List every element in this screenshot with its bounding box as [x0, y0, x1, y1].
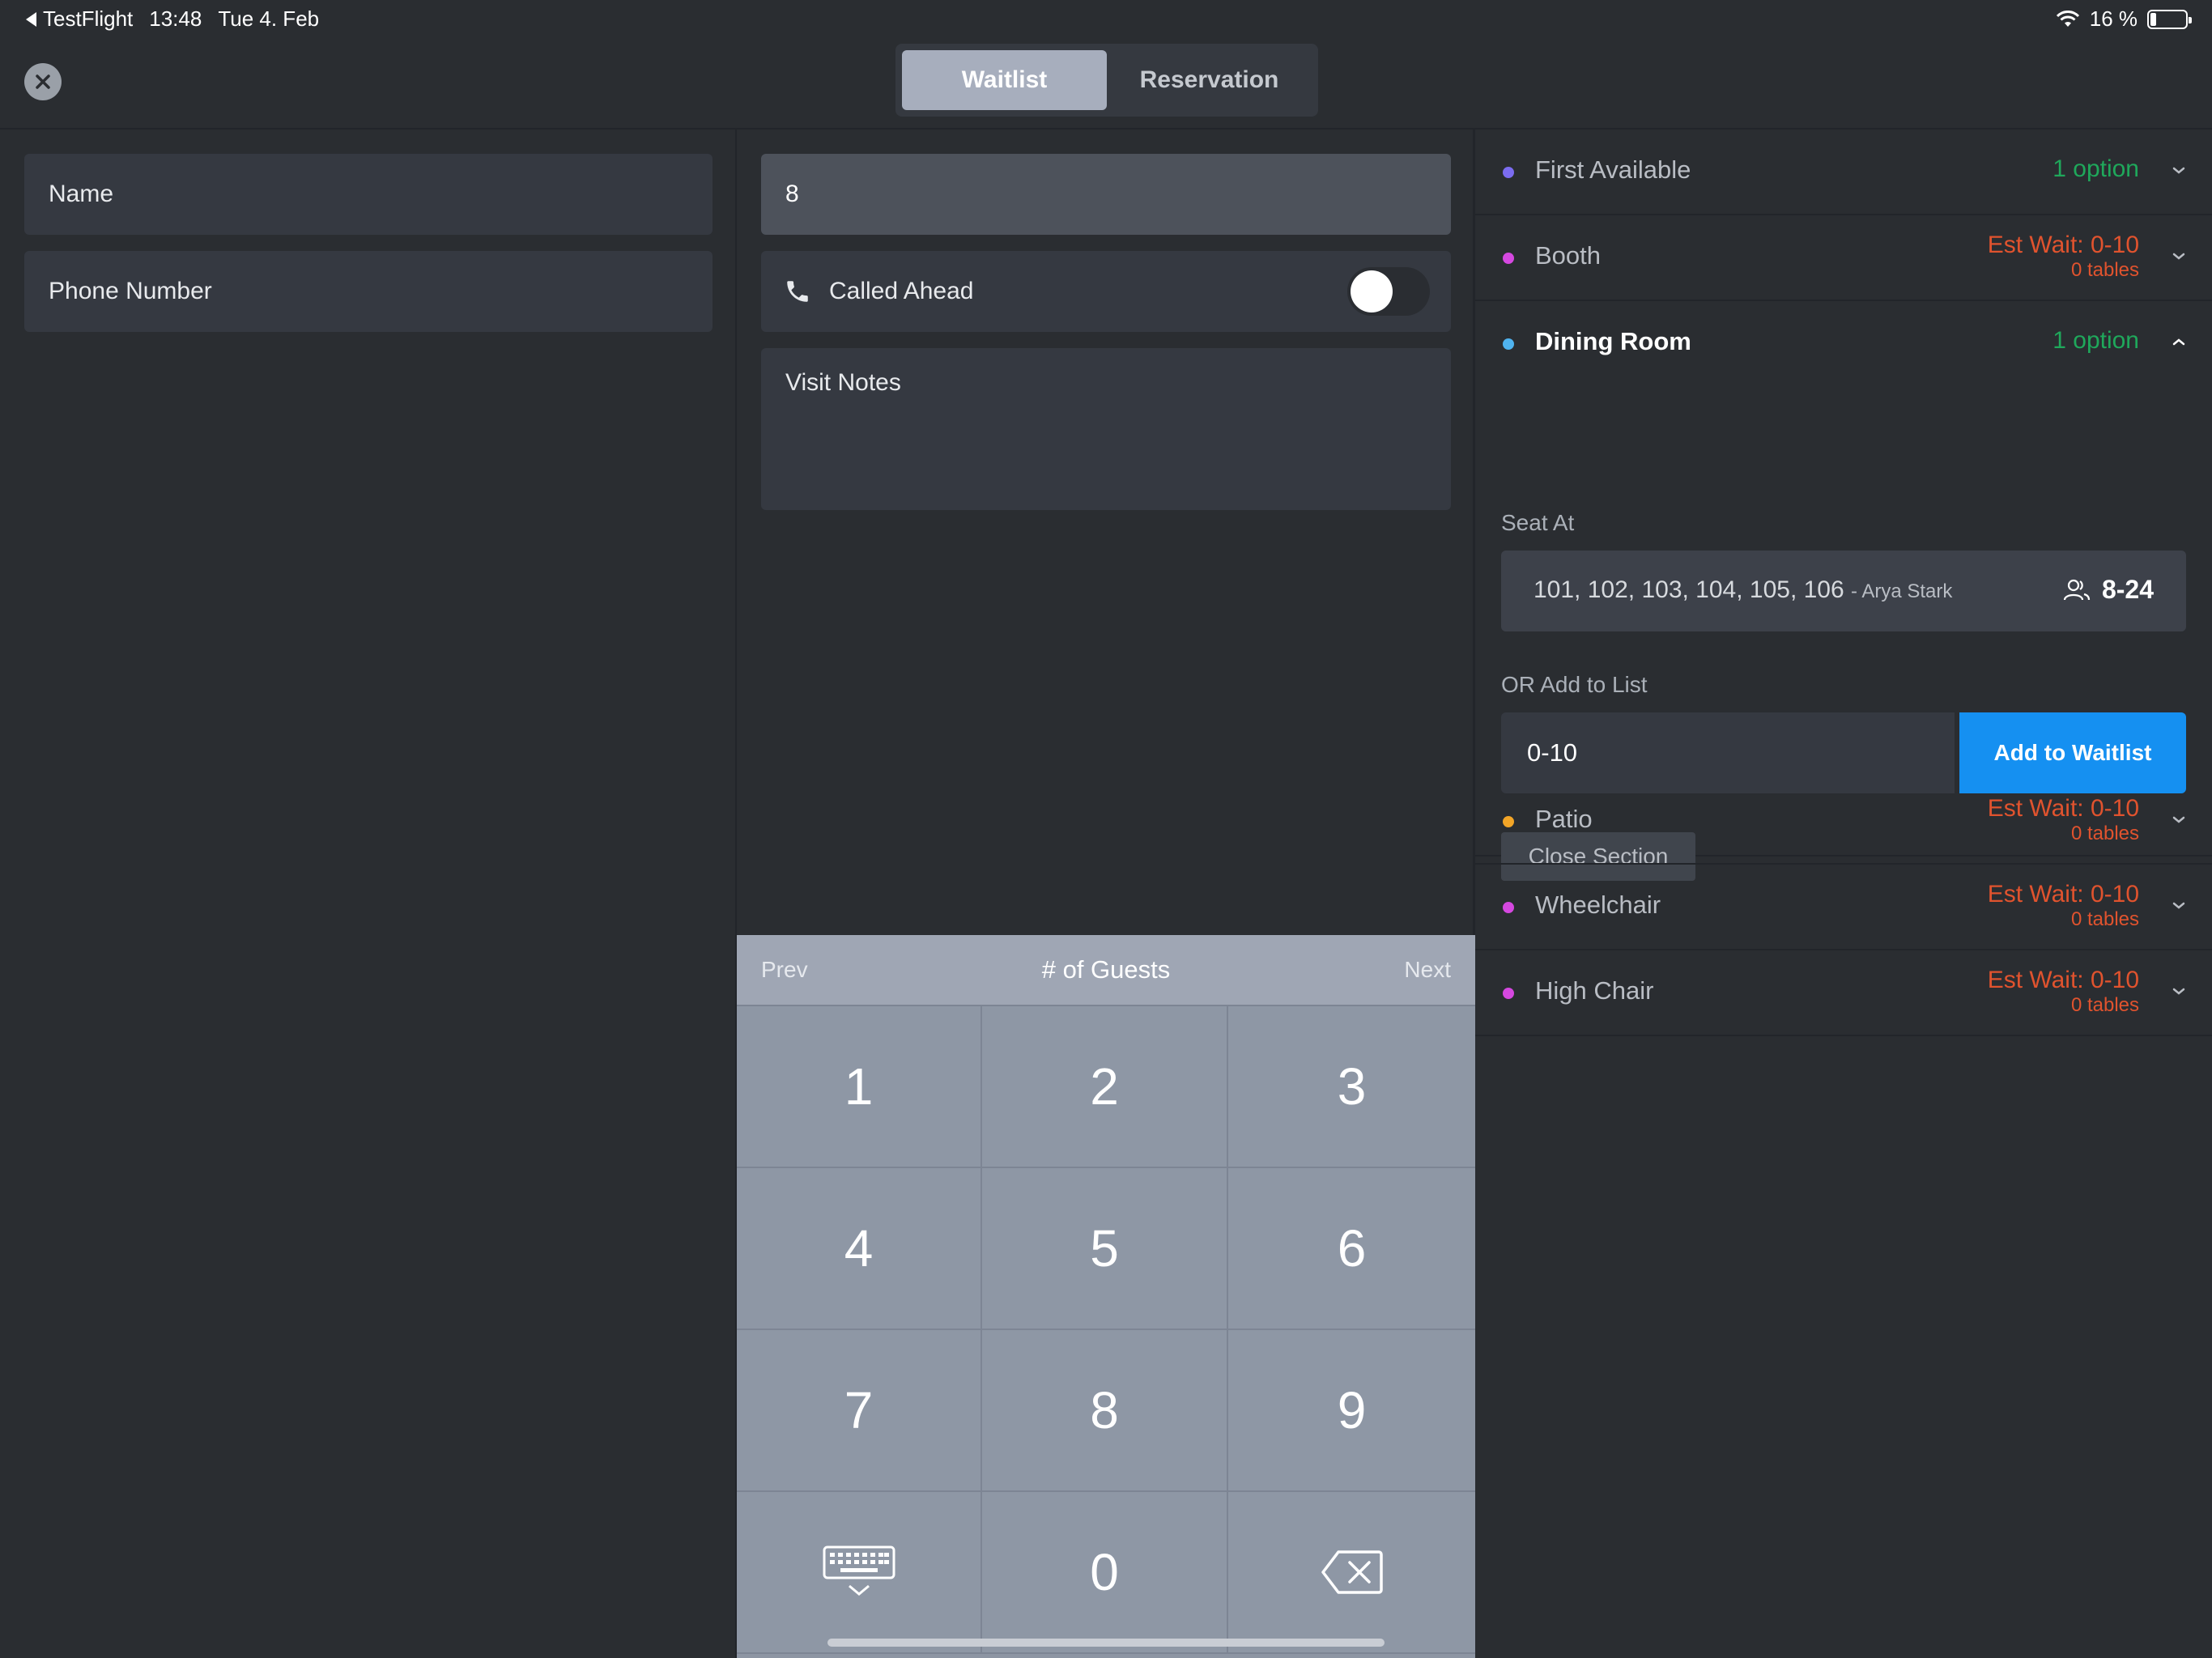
- est-wait: Est Wait: 0-10: [1987, 795, 2139, 822]
- keypad-grid: 1 2 3 4 5 6 7 8 9 0: [737, 1006, 1475, 1654]
- section-name: First Available: [1535, 155, 1691, 184]
- section-wheelchair[interactable]: Wheelchair Est Wait: 0-10 0 tables: [1475, 865, 2212, 950]
- key-6[interactable]: 6: [1228, 1168, 1475, 1330]
- section-name: Patio: [1535, 805, 1593, 833]
- battery-icon: [2147, 9, 2192, 29]
- section-first-available[interactable]: First Available 1 option: [1475, 130, 2212, 215]
- table-numbers: 101, 102, 103, 104, 105, 106: [1534, 576, 1844, 603]
- key-1[interactable]: 1: [737, 1006, 982, 1168]
- section-name: Dining Room: [1535, 327, 1691, 355]
- chevron-down-icon: [2172, 167, 2185, 174]
- guests-icon: [2063, 579, 2091, 600]
- section-name: High Chair: [1535, 976, 1654, 1005]
- status-bar: TestFlight 13:48 Tue 4. Feb 16 %: [0, 0, 2212, 37]
- section-color-dot: [1503, 988, 1514, 999]
- seat-option[interactable]: 101, 102, 103, 104, 105, 106 - Arya Star…: [1501, 551, 2186, 631]
- toggle-knob: [1351, 270, 1393, 312]
- table-count: 0 tables: [2070, 908, 2139, 930]
- section-wait: Est Wait: 0-10 0 tables: [1988, 967, 2139, 1017]
- server-name: - Arya Stark: [1851, 580, 1953, 602]
- section-color-dot: [1503, 167, 1514, 178]
- status-bar-right: 16 %: [2056, 6, 2192, 32]
- table-count: 0 tables: [2070, 994, 2139, 1016]
- guests-count-field[interactable]: 8: [761, 154, 1451, 235]
- visit-notes-field[interactable]: Visit Notes: [761, 348, 1451, 510]
- phone-icon: [787, 281, 808, 302]
- backspace-key[interactable]: [1228, 1492, 1475, 1654]
- capacity-range: 8-24: [2101, 575, 2154, 604]
- close-button[interactable]: [24, 63, 62, 100]
- keypad-next-button[interactable]: Next: [1404, 957, 1451, 983]
- chevron-down-icon: [2172, 253, 2185, 260]
- called-ahead-toggle[interactable]: [1347, 267, 1430, 316]
- chevron-up-icon: [2172, 338, 2185, 346]
- key-0[interactable]: 0: [982, 1492, 1228, 1654]
- key-3[interactable]: 3: [1228, 1006, 1475, 1168]
- tab-reservation[interactable]: Reservation: [1107, 50, 1312, 110]
- section-options: 1 option: [2052, 327, 2139, 354]
- key-7[interactable]: 7: [737, 1330, 982, 1492]
- key-4[interactable]: 4: [737, 1168, 982, 1330]
- mode-segmented-control: Waitlist Reservation: [895, 44, 1318, 117]
- phone-number-field[interactable]: Phone Number: [24, 251, 713, 332]
- back-app-label: TestFlight: [43, 6, 134, 31]
- called-ahead-row: Called Ahead: [761, 251, 1451, 332]
- section-name: Booth: [1535, 241, 1602, 270]
- back-to-app[interactable]: TestFlight: [26, 6, 133, 32]
- numeric-keypad: Prev # of Guests Next 1 2 3 4 5 6 7 8 9 …: [737, 935, 1475, 1658]
- tab-waitlist[interactable]: Waitlist: [902, 50, 1107, 110]
- home-indicator: [827, 1639, 1385, 1647]
- wifi-icon: [2056, 10, 2079, 27]
- seating-sections-column: First Available 1 option Booth Est Wait:…: [1475, 130, 2212, 1658]
- backspace-icon: [1321, 1550, 1383, 1594]
- est-wait: Est Wait: 0-10: [1987, 967, 2139, 993]
- status-time: 13:48: [149, 6, 202, 31]
- section-color-dot: [1503, 338, 1514, 350]
- chevron-down-icon: [2172, 988, 2185, 995]
- section-patio[interactable]: Patio Est Wait: 0-10 0 tables: [1475, 779, 2212, 865]
- battery-percent: 16 %: [2089, 6, 2138, 31]
- battery-level: [2150, 12, 2156, 26]
- section-wait: Est Wait: 0-10 0 tables: [1988, 232, 2139, 282]
- close-icon: [36, 74, 50, 89]
- section-color-dot: [1503, 816, 1514, 827]
- seat-capacity: 8-24: [2063, 575, 2154, 605]
- header: Waitlist Reservation: [0, 37, 2212, 130]
- keypad-title: # of Guests: [1041, 955, 1171, 984]
- section-wait: Est Wait: 0-10 0 tables: [1988, 795, 2139, 845]
- back-arrow-icon: [26, 11, 36, 27]
- dining-room-header[interactable]: Dining Room 1 option: [1475, 301, 2212, 385]
- name-field[interactable]: Name: [24, 154, 713, 235]
- status-bar-left: TestFlight 13:48 Tue 4. Feb: [26, 6, 319, 32]
- called-ahead-label: Called Ahead: [829, 278, 974, 304]
- section-options: 1 option: [2052, 155, 2139, 182]
- seat-at-label: Seat At: [1501, 510, 1575, 535]
- section-name: Wheelchair: [1535, 891, 1661, 919]
- chevron-down-icon: [2172, 816, 2185, 823]
- table-count: 0 tables: [2070, 823, 2139, 844]
- keyboard-dismiss-key[interactable]: [737, 1492, 982, 1654]
- est-wait: Est Wait: 0-10: [1987, 232, 2139, 258]
- section-color-dot: [1503, 253, 1514, 264]
- section-wait: Est Wait: 0-10 0 tables: [1988, 881, 2139, 931]
- status-date: Tue 4. Feb: [218, 6, 320, 31]
- seat-option-tables: 101, 102, 103, 104, 105, 106 - Arya Star…: [1534, 576, 1952, 604]
- key-5[interactable]: 5: [982, 1168, 1228, 1330]
- keypad-prev-button[interactable]: Prev: [761, 957, 808, 983]
- key-9[interactable]: 9: [1228, 1330, 1475, 1492]
- section-color-dot: [1503, 902, 1514, 913]
- or-add-label: OR Add to List: [1501, 672, 1648, 697]
- section-high-chair[interactable]: High Chair Est Wait: 0-10 0 tables: [1475, 950, 2212, 1036]
- keyboard-dismiss-icon: [823, 1545, 895, 1596]
- keypad-toolbar: Prev # of Guests Next: [737, 935, 1475, 1006]
- key-8[interactable]: 8: [982, 1330, 1228, 1492]
- guest-info-column: Name Phone Number: [0, 130, 737, 1658]
- section-dining-room: Dining Room 1 option Seat At 101, 102, 1…: [1475, 301, 2212, 881]
- table-count: 0 tables: [2070, 259, 2139, 281]
- chevron-down-icon: [2172, 902, 2185, 909]
- section-booth[interactable]: Booth Est Wait: 0-10 0 tables: [1475, 215, 2212, 301]
- est-wait: Est Wait: 0-10: [1987, 881, 2139, 908]
- key-2[interactable]: 2: [982, 1006, 1228, 1168]
